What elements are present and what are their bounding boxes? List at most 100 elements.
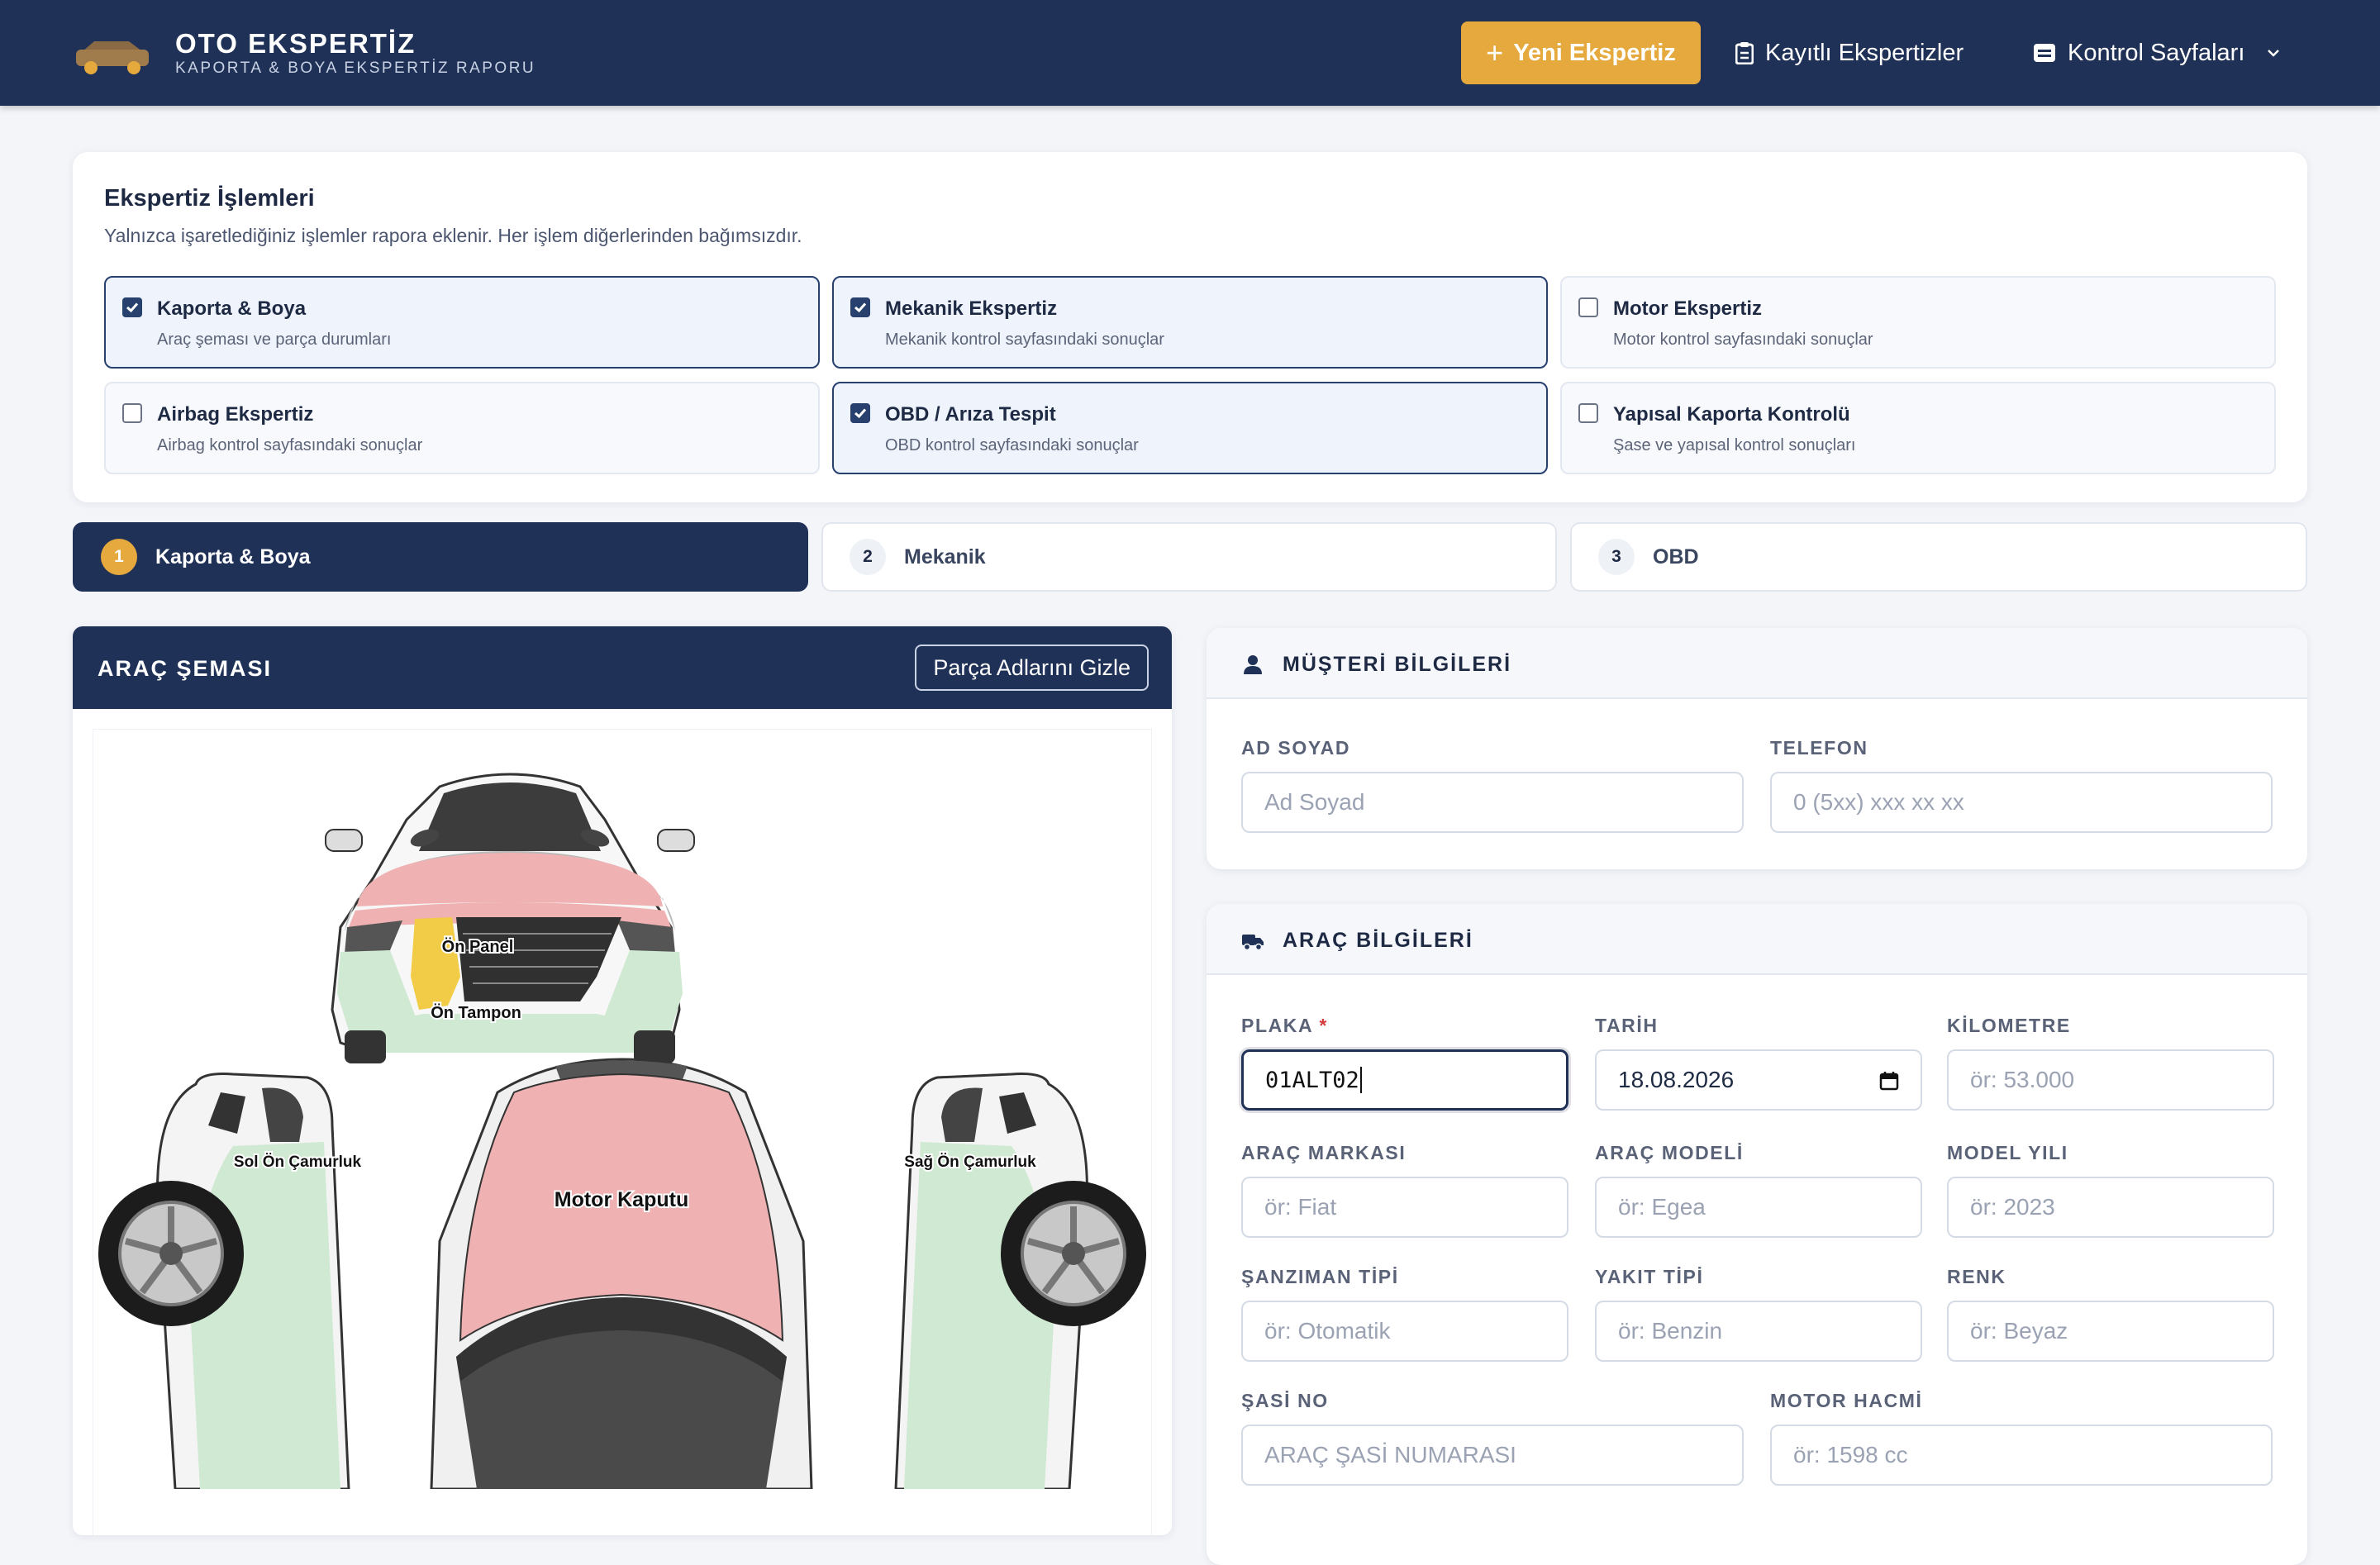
operation-option-engine[interactable]: Motor Ekspertiz Motor kontrol sayfasında… xyxy=(1560,276,2276,369)
customer-info-title: MÜŞTERİ BİLGİLERİ xyxy=(1283,653,1512,676)
year-input[interactable]: ör: 2023 xyxy=(1947,1177,2274,1238)
color-label: RENK xyxy=(1947,1266,2006,1287)
new-expertise-button[interactable]: + Yeni Ekspertiz xyxy=(1461,21,1701,84)
hide-part-names-button[interactable]: Parça Adlarını Gizle xyxy=(915,645,1149,691)
tab-label: Kaporta & Boya xyxy=(155,545,311,568)
km-label: KİLOMETRE xyxy=(1947,1015,2071,1036)
checkbox-checked[interactable] xyxy=(850,403,870,423)
vehicle-scheme-panel: ARAÇ ŞEMASI Parça Adlarını Gizle Ön Pane… xyxy=(73,626,1172,1535)
tab-number: 3 xyxy=(1598,539,1635,575)
text-cursor xyxy=(1359,1067,1362,1093)
customer-info-card: MÜŞTERİ BİLGİLERİ AD SOYAD Ad Soyad TELE… xyxy=(1207,628,2307,869)
app-subtitle: KAPORTA & BOYA EKSPERTİZ RAPORU xyxy=(175,59,536,77)
tab-number: 2 xyxy=(850,539,886,575)
checkbox-unchecked[interactable] xyxy=(1578,403,1598,423)
new-expertise-label: Yeni Ekspertiz xyxy=(1513,39,1676,66)
tab-number: 1 xyxy=(101,539,137,575)
checkbox-checked[interactable] xyxy=(850,297,870,317)
model-input[interactable]: ör: Egea xyxy=(1595,1177,1922,1238)
top-navbar: OTO EKSPERTİZ KAPORTA & BOYA EKSPERTİZ R… xyxy=(0,0,2380,106)
required-marker: * xyxy=(1319,1015,1328,1036)
operation-option-mechanic[interactable]: Mekanik Ekspertiz Mekanik kontrol sayfas… xyxy=(832,276,1548,369)
car-front-view: Ön Panel Ön Tampon xyxy=(325,773,695,1063)
operation-label: Mekanik Ekspertiz xyxy=(885,297,1058,320)
checkbox-unchecked[interactable] xyxy=(122,403,142,423)
operation-desc: Araç şeması ve parça durumları xyxy=(157,331,392,349)
operations-subtitle: Yalnızca işaretlediğiniz işlemler rapora… xyxy=(104,225,802,246)
engine-label: MOTOR HACMİ xyxy=(1770,1390,1923,1411)
hood-label: Motor Kaputu xyxy=(555,1188,688,1211)
vehicle-info-title: ARAÇ BİLGİLERİ xyxy=(1283,929,1473,952)
car-top-view: Motor Kaputu xyxy=(430,1058,813,1491)
plus-icon: + xyxy=(1486,36,1504,69)
vehicle-info-card: ARAÇ BİLGİLERİ PLAKA * 01ALT02 TARİH 18.… xyxy=(1207,904,2307,1565)
expertise-operations-card: Ekspertiz İşlemleri Yalnızca işaretlediğ… xyxy=(73,152,2307,502)
operation-option-obd[interactable]: OBD / Arıza Tespit OBD kontrol sayfasınd… xyxy=(832,382,1548,474)
panel-icon xyxy=(2034,44,2055,62)
tab-obd[interactable]: 3 OBD xyxy=(1570,522,2307,592)
car-left-side-view: Sol Ön Çamurluk xyxy=(98,1073,363,1491)
gear-input[interactable]: ör: Otomatik xyxy=(1241,1301,1568,1362)
car-diagram-svg: Ön Panel Ön Tampon Sol Ön Çamurluk Motor… xyxy=(98,773,1146,1491)
operation-desc: OBD kontrol sayfasındaki sonuçlar xyxy=(885,436,1139,454)
year-label: MODEL YILI xyxy=(1947,1142,2068,1163)
car-right-side-view: Sağ Ön Çamurluk xyxy=(894,1073,1146,1491)
chevron-down-icon xyxy=(2268,50,2280,57)
chassis-input[interactable]: ARAÇ ŞASİ NUMARASI xyxy=(1241,1425,1744,1486)
operation-label: OBD / Arıza Tespit xyxy=(885,403,1056,426)
scheme-header: ARAÇ ŞEMASI Parça Adlarını Gizle xyxy=(73,626,1172,709)
operation-desc: Mekanik kontrol sayfasındaki sonuçlar xyxy=(885,331,1164,349)
clipboard-icon xyxy=(1735,42,1754,64)
fuel-input[interactable]: ör: Benzin xyxy=(1595,1301,1922,1362)
operations-title: Ekspertiz İşlemleri xyxy=(104,185,315,212)
user-icon xyxy=(1244,655,1262,674)
plate-label: PLAKA * xyxy=(1241,1015,1328,1036)
plate-input[interactable]: 01ALT02 xyxy=(1241,1049,1568,1111)
date-value: 18.08.2026 xyxy=(1618,1067,1735,1092)
operation-option-body-paint[interactable]: Kaporta & Boya Araç şeması ve parça duru… xyxy=(104,276,820,369)
checkbox-unchecked[interactable] xyxy=(1578,297,1598,317)
date-input[interactable]: 18.08.2026 xyxy=(1595,1049,1922,1111)
control-pages-dropdown[interactable]: Kontrol Sayfaları xyxy=(2033,21,2281,84)
color-input[interactable]: ör: Beyaz xyxy=(1947,1301,2274,1362)
operation-label: Motor Ekspertiz xyxy=(1613,297,1763,320)
truck-icon xyxy=(1242,935,1264,951)
phone-label: TELEFON xyxy=(1770,737,1868,759)
scheme-title: ARAÇ ŞEMASI xyxy=(98,656,273,681)
brand-label: ARAÇ MARKASI xyxy=(1241,1142,1407,1163)
fuel-label: YAKIT TİPİ xyxy=(1595,1266,1704,1287)
brand-input[interactable]: ör: Fiat xyxy=(1241,1177,1568,1238)
operation-desc: Airbag kontrol sayfasındaki sonuçlar xyxy=(157,436,423,454)
tab-label: OBD xyxy=(1653,545,1699,568)
operation-option-airbag[interactable]: Airbag Ekspertiz Airbag kontrol sayfasın… xyxy=(104,382,820,474)
tab-mechanic[interactable]: 2 Mekanik xyxy=(821,522,1557,592)
calendar-icon[interactable] xyxy=(1879,1071,1899,1091)
phone-input[interactable]: 0 (5xx) xxx xx xx xyxy=(1770,772,2273,833)
engine-input[interactable]: ör: 1598 cc xyxy=(1770,1425,2273,1486)
front-bumper-label: Ön Tampon xyxy=(431,1003,521,1022)
km-input[interactable]: ör: 53.000 xyxy=(1947,1049,2274,1111)
operation-desc: Şase ve yapısal kontrol sonuçları xyxy=(1613,436,1856,454)
name-label: AD SOYAD xyxy=(1241,737,1351,759)
date-label: TARİH xyxy=(1595,1015,1659,1036)
name-input[interactable]: Ad Soyad xyxy=(1241,772,1744,833)
right-front-fender-label: Sağ Ön Çamurluk xyxy=(904,1154,1036,1171)
saved-expertises-link[interactable]: Kayıtlı Ekspertizler xyxy=(1735,21,1963,84)
operation-label: Kaporta & Boya xyxy=(157,297,307,320)
operation-label: Yapısal Kaporta Kontrolü xyxy=(1613,403,1850,426)
tab-label: Mekanik xyxy=(904,545,986,568)
chassis-label: ŞASİ NO xyxy=(1241,1390,1329,1411)
vehicle-info-header: ARAÇ BİLGİLERİ xyxy=(1207,904,2307,975)
car-logo-icon xyxy=(76,41,149,74)
checkbox-checked[interactable] xyxy=(122,297,142,317)
left-front-fender-label: Sol Ön Çamurluk xyxy=(234,1154,362,1171)
model-label: ARAÇ MODELİ xyxy=(1595,1142,1744,1163)
control-pages-label: Kontrol Sayfaları xyxy=(2068,39,2245,66)
gear-label: ŞANZIMAN TİPİ xyxy=(1241,1266,1399,1287)
saved-expertises-label: Kayıtlı Ekspertizler xyxy=(1765,39,1964,66)
app-title: OTO EKSPERTİZ xyxy=(175,28,416,59)
tab-body-paint[interactable]: 1 Kaporta & Boya xyxy=(73,522,808,592)
vehicle-diagram: Ön Panel Ön Tampon Sol Ön Çamurluk Motor… xyxy=(93,729,1152,1535)
operation-label: Airbag Ekspertiz xyxy=(157,403,314,426)
operation-option-structural[interactable]: Yapısal Kaporta Kontrolü Şase ve yapısal… xyxy=(1560,382,2276,474)
